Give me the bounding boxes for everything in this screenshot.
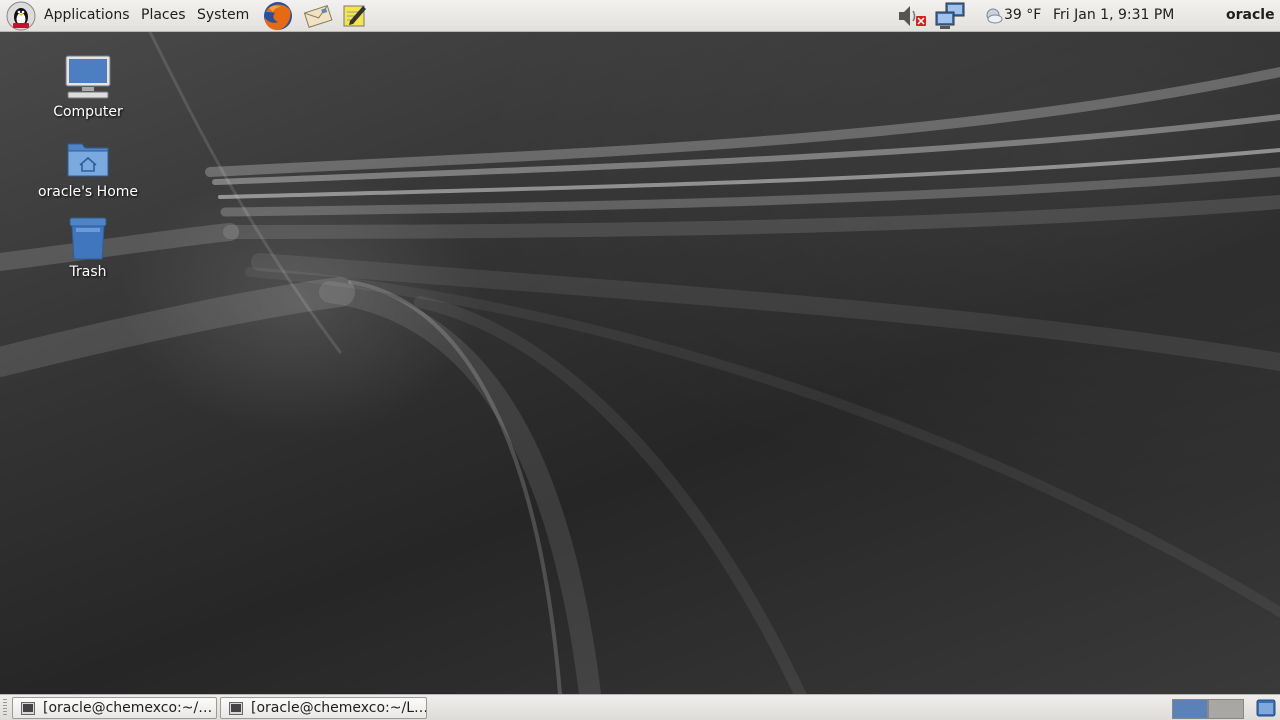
weather-cloud-icon[interactable] <box>985 7 1003 25</box>
show-desktop-icon[interactable] <box>1256 698 1276 718</box>
desktop-icon-label: Computer <box>53 104 123 120</box>
panel-grip[interactable] <box>3 699 7 715</box>
workspace-1[interactable] <box>1172 699 1208 719</box>
temperature[interactable]: 39 °F <box>1004 6 1041 24</box>
bottom-panel: [oracle@chemexco:~/… [oracle@chemexco:~/… <box>0 694 1280 720</box>
desktop[interactable]: Computer oracle's Home Trash <box>0 32 1280 694</box>
workspace-2[interactable] <box>1208 699 1244 719</box>
computer-icon <box>65 55 111 99</box>
terminal-icon <box>21 702 35 715</box>
top-panel: Applications Places System 39 °F Fri Jan… <box>0 0 1280 32</box>
desktop-icon-home[interactable]: oracle's Home <box>33 134 143 200</box>
penguin-logo-icon[interactable] <box>6 1 36 31</box>
firefox-icon[interactable] <box>261 0 295 32</box>
desktop-icon-trash[interactable]: Trash <box>33 214 143 280</box>
taskbar-button-label: [oracle@chemexco:~/L… <box>251 700 427 716</box>
taskbar-button[interactable]: [oracle@chemexco:~/… <box>12 697 217 719</box>
desktop-icon-label: Trash <box>69 264 107 280</box>
home-folder-icon <box>67 143 109 177</box>
clock[interactable]: Fri Jan 1, 9:31 PM <box>1053 6 1174 24</box>
menu-places[interactable]: Places <box>141 6 186 26</box>
user-menu[interactable]: oracle <box>1226 6 1275 24</box>
desktop-icon-label: oracle's Home <box>37 184 139 200</box>
wallpaper <box>0 32 1280 694</box>
menu-system[interactable]: System <box>197 6 249 26</box>
volume-muted-icon[interactable] <box>896 2 928 30</box>
menu-applications[interactable]: Applications <box>44 6 130 26</box>
network-icon[interactable] <box>934 2 968 30</box>
taskbar-button[interactable]: [oracle@chemexco:~/L… <box>220 697 427 719</box>
taskbar-button-label: [oracle@chemexco:~/… <box>43 700 213 716</box>
mail-icon[interactable] <box>301 0 335 32</box>
trash-icon <box>69 217 107 260</box>
notes-icon[interactable] <box>337 0 371 32</box>
desktop-icon-computer[interactable]: Computer <box>33 54 143 120</box>
terminal-icon <box>229 702 243 715</box>
